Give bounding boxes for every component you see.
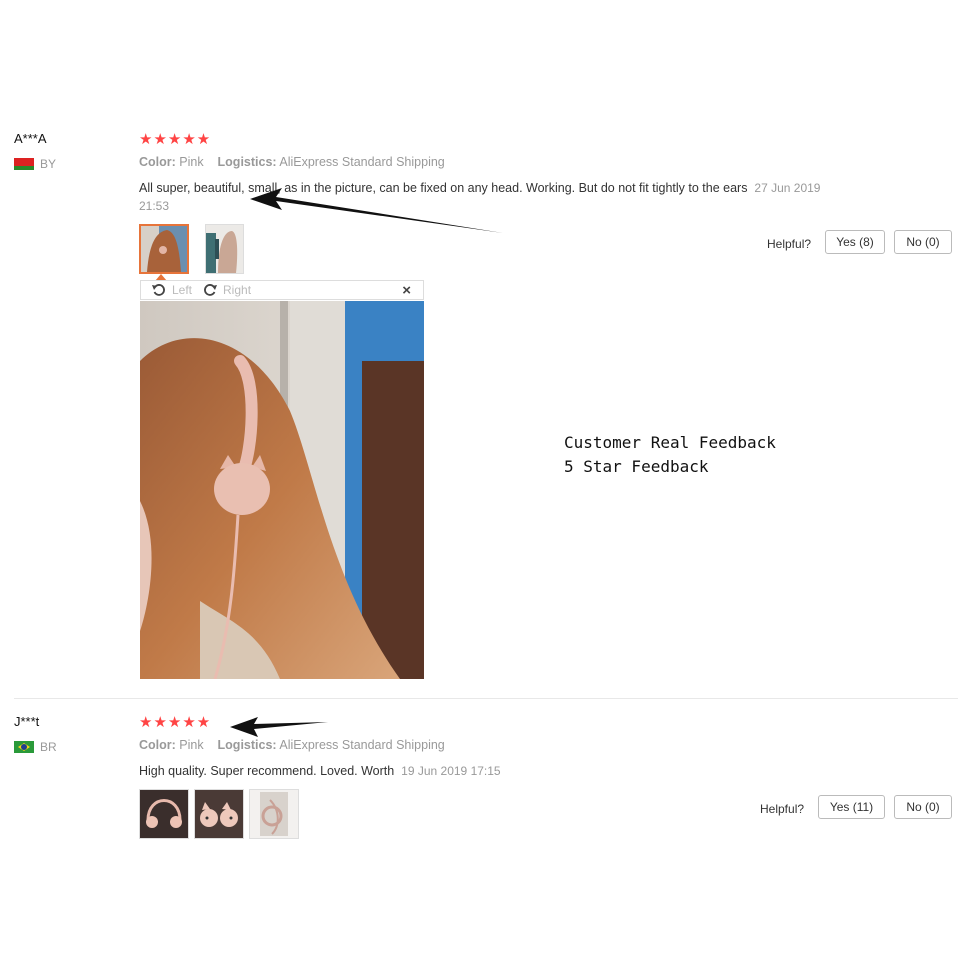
review-divider [14,698,958,699]
helpful-label: Helpful? [767,237,812,251]
reviewer-country: BY [14,157,56,171]
order-info: Color: Pink Logistics: AliExpress Standa… [139,738,445,752]
close-viewer-icon[interactable]: × [402,282,411,299]
arrow-annotation [230,717,328,737]
brazil-flag-icon [14,741,34,753]
logistics-value: AliExpress Standard Shipping [279,155,445,169]
rotate-right-button[interactable]: Right [202,282,251,298]
enlarged-review-photo [140,301,424,680]
review-photo-thumbnail[interactable] [194,789,244,839]
belarus-flag-icon [14,158,34,170]
rotate-left-button[interactable]: Left [151,282,192,298]
order-info: Color: Pink Logistics: AliExpress Standa… [139,155,445,169]
review-text: High quality. Super recommend. Loved. Wo… [139,762,501,780]
logistics-value: AliExpress Standard Shipping [279,738,445,752]
helpful-yes-button[interactable]: Yes (8) [825,230,885,254]
color-label: Color: [139,738,176,752]
arrow-annotation [250,188,503,233]
review-date: 19 Jun 2019 17:15 [401,764,501,778]
review-photo-thumbnail[interactable] [205,224,244,274]
review-photo-thumbnail[interactable] [249,789,299,839]
image-viewer-toolbar: Left Right × [140,280,424,300]
helpful-yes-button[interactable]: Yes (11) [818,795,885,819]
helpful-no-button[interactable]: No (0) [894,230,952,254]
review-body: High quality. Super recommend. Loved. Wo… [139,764,395,778]
helpful-label: Helpful? [760,802,805,816]
feedback-caption: Customer Real Feedback 5 Star Feedback [564,431,776,479]
star-rating: ★★★★★ [139,714,212,731]
rotate-left-icon [152,284,165,296]
review-photo-thumbnail[interactable] [139,789,189,839]
reviewer-name: A***A [14,131,47,146]
star-rating: ★★★★★ [139,131,212,148]
rotate-right-label: Right [223,283,252,297]
caption-line-1: Customer Real Feedback [564,433,776,452]
logistics-label: Logistics: [217,738,277,752]
color-label: Color: [139,155,176,169]
caption-line-2: 5 Star Feedback [564,457,709,476]
country-code: BR [40,740,57,754]
country-code: BY [40,157,57,171]
reviewer-name: J***t [14,714,40,729]
review-photo-thumbnail[interactable] [139,224,189,274]
rotate-right-icon [204,284,218,296]
color-value: Pink [179,738,204,752]
reviewer-country: BR [14,740,57,754]
color-value: Pink [179,155,204,169]
logistics-label: Logistics: [217,155,277,169]
helpful-no-button[interactable]: No (0) [894,795,952,819]
rotate-left-label: Left [172,283,193,297]
